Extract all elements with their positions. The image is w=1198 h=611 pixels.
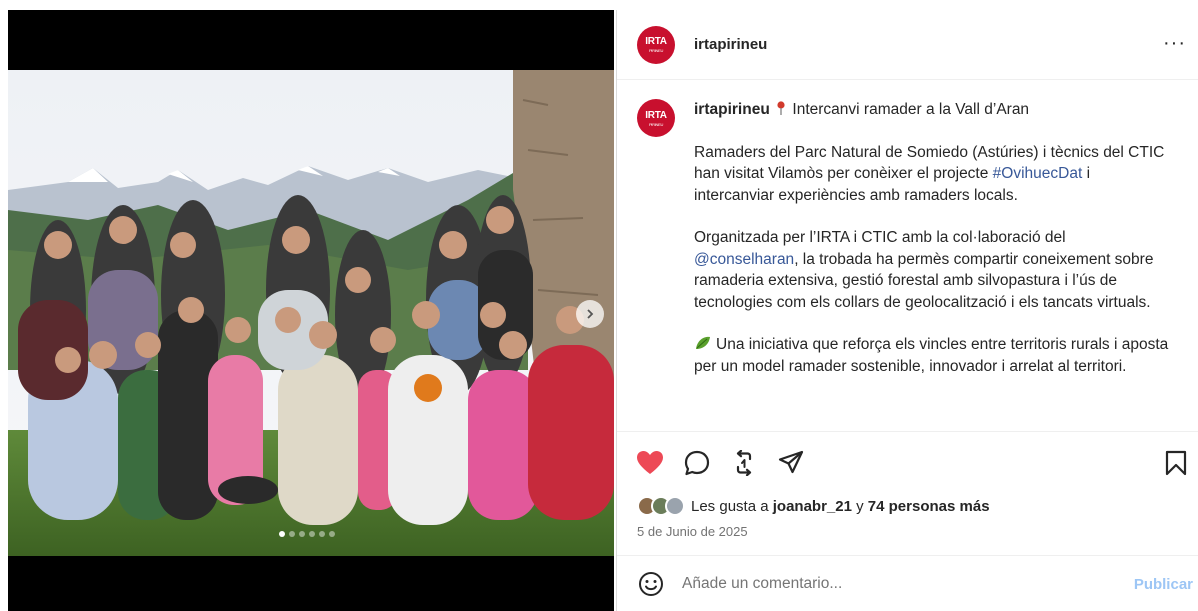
group-photo	[8, 70, 614, 556]
comment-input[interactable]	[682, 574, 1082, 593]
avatar[interactable]: IRTA PIRINEU	[637, 25, 675, 64]
avatar-logo-text: IRTA	[645, 36, 667, 47]
pin-icon	[777, 101, 785, 115]
leaf-icon	[696, 336, 710, 349]
caption-paragraph-1a: Ramaders del Parc Natural de Somiedo (As…	[694, 143, 1165, 183]
avatar-logo-subtext: PIRINEU	[648, 121, 664, 127]
share-icon[interactable]	[776, 448, 806, 478]
action-row	[635, 448, 806, 478]
post-header: IRTA PIRINEU irtapirineu ···	[617, 10, 1198, 80]
chevron-right-icon	[587, 309, 594, 319]
caption-username[interactable]: irtapirineu	[694, 101, 770, 118]
liker-avatar	[665, 496, 685, 516]
instagram-post-view: IRTA PIRINEU irtapirineu ··· IRTA PIRINE…	[0, 0, 1198, 611]
caption-paragraph-3: Una iniciativa que reforça els vincles e…	[694, 336, 1169, 375]
likes-prefix: Les gusta a	[691, 497, 773, 515]
caption-row: IRTA PIRINEU irtapirineu Intercanvi rama…	[637, 99, 1179, 398]
publish-button[interactable]: Publicar	[1134, 576, 1193, 593]
bookmark-icon[interactable]	[1161, 448, 1191, 478]
likes-others[interactable]: 74 personas más	[868, 498, 990, 515]
likes-middle: y	[851, 497, 868, 515]
caption-area: IRTA PIRINEU irtapirineu Intercanvi rama…	[617, 81, 1198, 431]
mention-link[interactable]: @conselharan	[694, 251, 794, 268]
carousel-dot	[309, 531, 315, 537]
caption-title: Intercanvi ramader a la Vall d’Aran	[792, 101, 1030, 118]
caption-avatar[interactable]: IRTA PIRINEU	[637, 99, 675, 137]
carousel-dot	[279, 531, 285, 537]
carousel-next-button[interactable]	[576, 300, 604, 328]
post-author-username[interactable]: irtapirineu	[694, 36, 767, 53]
avatar-logo-subtext: PIRINEU	[648, 48, 664, 53]
carousel-dot	[299, 531, 305, 537]
carousel-indicator	[279, 531, 335, 537]
hashtag-link[interactable]: #OvihuecDat	[993, 165, 1083, 182]
post-media	[8, 10, 614, 611]
carousel-dot	[319, 531, 325, 537]
comment-bar: Publicar	[617, 555, 1198, 611]
repost-icon[interactable]	[729, 448, 759, 478]
likes-text: Les gusta a joanabr_21 y 74 personas más	[691, 498, 990, 515]
more-options-icon[interactable]: ···	[1163, 32, 1186, 55]
emoji-icon[interactable]	[638, 571, 664, 597]
post-date[interactable]: 5 de Junio de 2025	[637, 524, 748, 539]
avatar-logo-text: IRTA	[645, 109, 667, 121]
liker-username[interactable]: joanabr_21	[773, 498, 852, 515]
caption-text: irtapirineu Intercanvi ramader a la Vall…	[694, 99, 1174, 398]
carousel-dot	[289, 531, 295, 537]
likes-summary[interactable]: Les gusta a joanabr_21 y 74 personas más	[637, 496, 990, 516]
caption-paragraph-2a: Organitzada per l’IRTA i CTIC amb la col…	[694, 229, 1066, 246]
heart-filled-icon[interactable]	[635, 448, 665, 478]
post-details-panel: IRTA PIRINEU irtapirineu ··· IRTA PIRINE…	[616, 10, 1198, 611]
comment-icon[interactable]	[682, 448, 712, 478]
carousel-dot	[329, 531, 335, 537]
